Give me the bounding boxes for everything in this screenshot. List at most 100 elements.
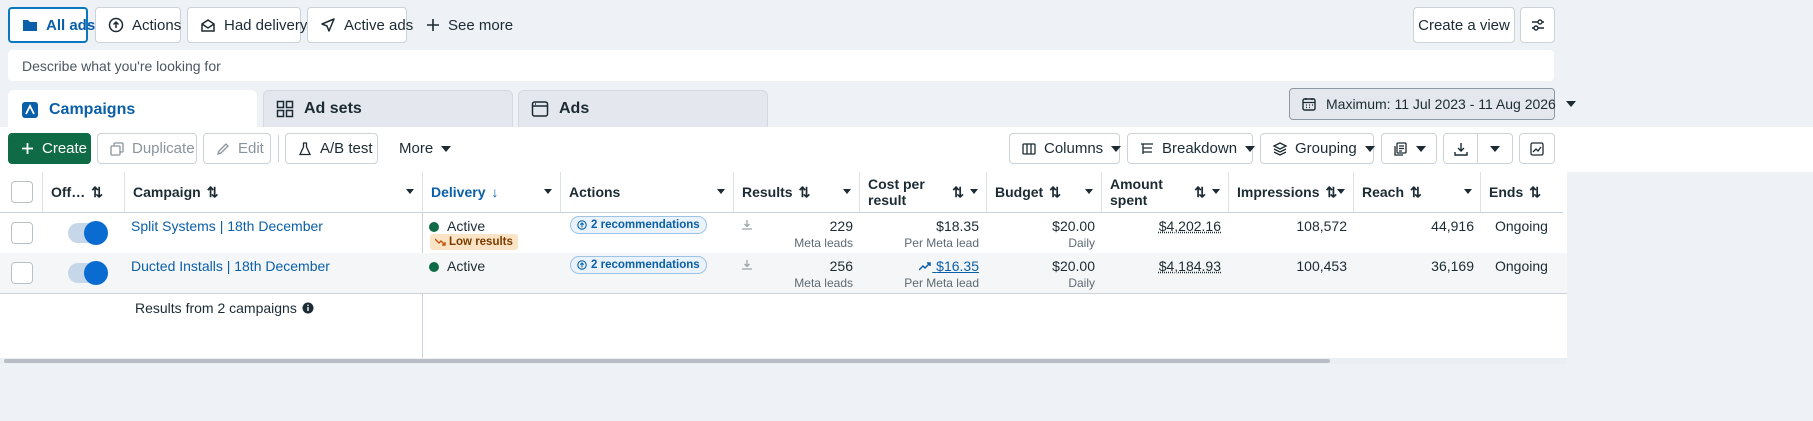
results-unit: Meta leads [794, 276, 853, 290]
cost-per-result-value: $18.35 [936, 218, 979, 234]
duplicate-button[interactable]: Duplicate [97, 133, 197, 164]
all-ads-filter[interactable]: All ads [8, 7, 95, 43]
campaign-name-link[interactable]: Ducted Installs | 18th December [131, 258, 330, 274]
toolbar-divider [278, 135, 279, 162]
impressions-value: 100,453 [1296, 258, 1347, 274]
had-delivery-filter[interactable]: Had delivery [187, 7, 307, 43]
tab-ad-sets-label: Ad sets [304, 100, 362, 117]
header-amount-spent[interactable]: Amount spent ⇅ [1102, 172, 1229, 213]
tab-ads[interactable]: Ads [518, 90, 768, 127]
delivery-status-label: Active [447, 258, 486, 274]
header-reach[interactable]: Reach ⇅ [1354, 172, 1481, 213]
row-checkbox[interactable] [11, 262, 33, 284]
amount-spent-value[interactable]: $4,184.93 [1110, 258, 1221, 274]
select-all-checkbox[interactable] [11, 181, 33, 203]
charts-button[interactable] [1519, 133, 1555, 164]
toggle-knob [84, 261, 108, 285]
search-input[interactable]: Describe what you're looking for [8, 50, 1554, 81]
tab-campaigns[interactable]: Campaigns [8, 90, 257, 128]
delivery-status: Active [429, 258, 485, 274]
active-ads-label: Active ads [344, 16, 414, 34]
caret-down-icon [544, 189, 552, 194]
header-impressions-label: Impressions [1237, 184, 1320, 200]
campaign-name-link[interactable]: Split Systems | 18th December [131, 218, 323, 234]
caret-down-icon [1212, 189, 1220, 194]
campaign-toggle[interactable] [68, 261, 108, 285]
caret-down-icon [843, 189, 851, 194]
see-more-button[interactable]: See more [414, 7, 513, 43]
edit-label: Edit [238, 140, 264, 157]
header-actions[interactable]: Actions [561, 172, 734, 213]
arrow-up-circle-icon [577, 220, 587, 230]
breakdown-button[interactable]: Breakdown [1127, 133, 1256, 164]
budget-value: $20.00 [1052, 218, 1095, 234]
campaign-toggle[interactable] [68, 221, 108, 245]
ab-test-label: A/B test [320, 140, 373, 157]
cost-per-result-value[interactable]: $16.35 [866, 258, 979, 274]
download-icon [1453, 142, 1468, 156]
header-delivery-label: Delivery [431, 184, 486, 200]
grouping-label: Grouping [1295, 140, 1357, 157]
header-results[interactable]: Results ⇅ [734, 172, 860, 213]
header-budget[interactable]: Budget ⇅ [987, 172, 1102, 213]
caret-down-icon [1464, 189, 1472, 194]
date-range-label: Maximum: 11 Jul 2023 - 11 Aug 2026 [1326, 96, 1556, 112]
arrow-up-circle-icon [577, 260, 587, 270]
caret-down-icon [717, 189, 725, 194]
ab-test-button[interactable]: A/B test [285, 133, 378, 164]
browser-window-icon [531, 100, 549, 118]
sort-icon: ⇅ [952, 184, 964, 200]
all-ads-label: All ads [46, 16, 96, 34]
header-campaign[interactable]: Campaign ⇅ [125, 172, 423, 213]
date-range-picker[interactable]: Maximum: 11 Jul 2023 - 11 Aug 2026 [1289, 88, 1576, 120]
download-icon[interactable] [741, 258, 753, 274]
actions-filter[interactable]: Actions [95, 7, 181, 43]
info-icon[interactable] [302, 302, 314, 314]
export-button[interactable] [1443, 133, 1478, 164]
chart-trend-icon [1530, 141, 1544, 156]
select-all-header [0, 172, 43, 213]
sort-icon: ⇅ [1529, 183, 1541, 200]
active-ads-filter[interactable]: Active ads [307, 7, 413, 43]
reach-value: 44,916 [1431, 218, 1474, 234]
sort-icon: ⇅ [91, 183, 103, 200]
caret-down-icon [1111, 145, 1122, 152]
row-divider [0, 293, 1567, 294]
header-cost-per-result[interactable]: Cost per result ⇅ [860, 172, 987, 213]
grouping-button[interactable]: Grouping [1260, 133, 1375, 164]
view-settings-button[interactable] [1520, 7, 1555, 43]
row-checkbox[interactable] [11, 222, 33, 244]
recommendations-badge[interactable]: 2 recommendations [570, 216, 707, 234]
amount-spent-value[interactable]: $4,202.16 [1110, 218, 1221, 234]
export-dropdown-button[interactable] [1477, 133, 1513, 164]
header-off-on[interactable]: Off… ⇅ [43, 172, 125, 213]
caret-down-icon [406, 189, 414, 194]
delivery-status: Active [429, 218, 485, 234]
columns-label: Columns [1044, 140, 1104, 157]
header-ends[interactable]: Ends ⇅ [1481, 172, 1563, 213]
header-delivery[interactable]: Delivery ↓ [423, 172, 561, 213]
create-button[interactable]: Create [8, 133, 91, 164]
horizontal-scrollbar-thumb[interactable] [4, 359, 1330, 363]
folder-icon [22, 18, 38, 32]
active-status-dot [429, 222, 439, 233]
results-summary: Results from 2 campaigns [135, 300, 314, 316]
more-button[interactable]: More [387, 133, 457, 164]
reports-button[interactable] [1381, 133, 1437, 164]
tab-ad-sets[interactable]: Ad sets [263, 90, 513, 127]
edit-button[interactable]: Edit [203, 133, 271, 164]
header-campaign-label: Campaign [133, 184, 201, 200]
actions-filter-label: Actions [132, 16, 182, 34]
report-stack-icon [1394, 141, 1408, 156]
delivery-status-label: Active [447, 218, 486, 234]
download-icon[interactable] [741, 218, 753, 234]
header-impressions[interactable]: Impressions ⇅ [1229, 172, 1354, 213]
caret-down-icon [1364, 145, 1375, 152]
create-label: Create [42, 140, 88, 157]
columns-button[interactable]: Columns [1009, 133, 1122, 164]
create-view-button[interactable]: Create a view [1413, 7, 1515, 43]
columns-icon [1022, 142, 1036, 156]
recommendations-badge[interactable]: 2 recommendations [570, 256, 707, 274]
caret-down-icon [970, 189, 978, 194]
header-off-on-label: Off… [51, 184, 86, 200]
